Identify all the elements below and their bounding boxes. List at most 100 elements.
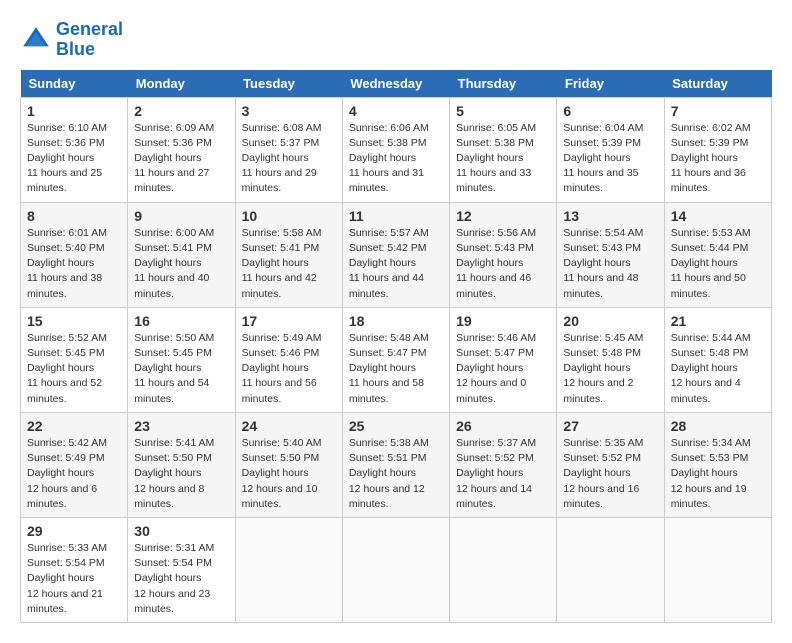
page-header: General Blue [20, 20, 772, 60]
weekday-header-friday: Friday [557, 70, 664, 98]
day-info: Sunrise: 5:41 AM Sunset: 5:50 PM Dayligh… [134, 436, 228, 512]
calendar-day-cell: 16 Sunrise: 5:50 AM Sunset: 5:45 PM Dayl… [128, 307, 235, 412]
day-number: 11 [349, 208, 443, 224]
day-info: Sunrise: 5:33 AM Sunset: 5:54 PM Dayligh… [27, 541, 121, 617]
day-info: Sunrise: 5:50 AM Sunset: 5:45 PM Dayligh… [134, 331, 228, 407]
calendar-day-cell: 6 Sunrise: 6:04 AM Sunset: 5:39 PM Dayli… [557, 97, 664, 202]
day-number: 16 [134, 313, 228, 329]
day-number: 25 [349, 418, 443, 434]
weekday-header-tuesday: Tuesday [235, 70, 342, 98]
day-info: Sunrise: 5:49 AM Sunset: 5:46 PM Dayligh… [242, 331, 336, 407]
day-info: Sunrise: 6:01 AM Sunset: 5:40 PM Dayligh… [27, 226, 121, 302]
day-info: Sunrise: 5:37 AM Sunset: 5:52 PM Dayligh… [456, 436, 550, 512]
day-number: 21 [671, 313, 765, 329]
day-number: 20 [563, 313, 657, 329]
calendar-day-cell: 26 Sunrise: 5:37 AM Sunset: 5:52 PM Dayl… [450, 412, 557, 517]
day-info: Sunrise: 5:45 AM Sunset: 5:48 PM Dayligh… [563, 331, 657, 407]
day-info: Sunrise: 5:44 AM Sunset: 5:48 PM Dayligh… [671, 331, 765, 407]
day-number: 28 [671, 418, 765, 434]
day-info: Sunrise: 5:53 AM Sunset: 5:44 PM Dayligh… [671, 226, 765, 302]
calendar-day-cell [235, 517, 342, 622]
calendar-week-row: 1 Sunrise: 6:10 AM Sunset: 5:36 PM Dayli… [21, 97, 772, 202]
calendar-day-cell: 20 Sunrise: 5:45 AM Sunset: 5:48 PM Dayl… [557, 307, 664, 412]
calendar-day-cell: 3 Sunrise: 6:08 AM Sunset: 5:37 PM Dayli… [235, 97, 342, 202]
day-number: 19 [456, 313, 550, 329]
calendar-day-cell: 9 Sunrise: 6:00 AM Sunset: 5:41 PM Dayli… [128, 202, 235, 307]
calendar-day-cell: 17 Sunrise: 5:49 AM Sunset: 5:46 PM Dayl… [235, 307, 342, 412]
day-number: 23 [134, 418, 228, 434]
weekday-header-thursday: Thursday [450, 70, 557, 98]
day-number: 18 [349, 313, 443, 329]
calendar-day-cell: 24 Sunrise: 5:40 AM Sunset: 5:50 PM Dayl… [235, 412, 342, 517]
day-info: Sunrise: 5:52 AM Sunset: 5:45 PM Dayligh… [27, 331, 121, 407]
calendar-day-cell: 19 Sunrise: 5:46 AM Sunset: 5:47 PM Dayl… [450, 307, 557, 412]
calendar-week-row: 15 Sunrise: 5:52 AM Sunset: 5:45 PM Dayl… [21, 307, 772, 412]
day-info: Sunrise: 5:38 AM Sunset: 5:51 PM Dayligh… [349, 436, 443, 512]
logo-icon [20, 24, 52, 56]
calendar-day-cell: 25 Sunrise: 5:38 AM Sunset: 5:51 PM Dayl… [342, 412, 449, 517]
calendar-day-cell: 18 Sunrise: 5:48 AM Sunset: 5:47 PM Dayl… [342, 307, 449, 412]
day-number: 2 [134, 103, 228, 119]
calendar-day-cell: 7 Sunrise: 6:02 AM Sunset: 5:39 PM Dayli… [664, 97, 771, 202]
day-info: Sunrise: 6:06 AM Sunset: 5:38 PM Dayligh… [349, 121, 443, 197]
calendar-day-cell: 23 Sunrise: 5:41 AM Sunset: 5:50 PM Dayl… [128, 412, 235, 517]
day-number: 17 [242, 313, 336, 329]
calendar-day-cell [450, 517, 557, 622]
calendar-day-cell: 30 Sunrise: 5:31 AM Sunset: 5:54 PM Dayl… [128, 517, 235, 622]
calendar-day-cell: 27 Sunrise: 5:35 AM Sunset: 5:52 PM Dayl… [557, 412, 664, 517]
calendar-day-cell: 10 Sunrise: 5:58 AM Sunset: 5:41 PM Dayl… [235, 202, 342, 307]
weekday-header-monday: Monday [128, 70, 235, 98]
day-number: 4 [349, 103, 443, 119]
calendar-week-row: 22 Sunrise: 5:42 AM Sunset: 5:49 PM Dayl… [21, 412, 772, 517]
day-info: Sunrise: 6:05 AM Sunset: 5:38 PM Dayligh… [456, 121, 550, 197]
calendar-day-cell: 13 Sunrise: 5:54 AM Sunset: 5:43 PM Dayl… [557, 202, 664, 307]
calendar-day-cell: 11 Sunrise: 5:57 AM Sunset: 5:42 PM Dayl… [342, 202, 449, 307]
day-number: 6 [563, 103, 657, 119]
day-info: Sunrise: 6:09 AM Sunset: 5:36 PM Dayligh… [134, 121, 228, 197]
day-info: Sunrise: 6:02 AM Sunset: 5:39 PM Dayligh… [671, 121, 765, 197]
day-number: 29 [27, 523, 121, 539]
day-info: Sunrise: 5:48 AM Sunset: 5:47 PM Dayligh… [349, 331, 443, 407]
day-number: 13 [563, 208, 657, 224]
day-info: Sunrise: 5:31 AM Sunset: 5:54 PM Dayligh… [134, 541, 228, 617]
calendar-day-cell: 28 Sunrise: 5:34 AM Sunset: 5:53 PM Dayl… [664, 412, 771, 517]
day-number: 12 [456, 208, 550, 224]
day-number: 1 [27, 103, 121, 119]
calendar-day-cell [664, 517, 771, 622]
day-number: 5 [456, 103, 550, 119]
calendar-week-row: 29 Sunrise: 5:33 AM Sunset: 5:54 PM Dayl… [21, 517, 772, 622]
weekday-header-sunday: Sunday [21, 70, 128, 98]
calendar-table: SundayMondayTuesdayWednesdayThursdayFrid… [20, 70, 772, 623]
calendar-day-cell: 14 Sunrise: 5:53 AM Sunset: 5:44 PM Dayl… [664, 202, 771, 307]
calendar-header-row: SundayMondayTuesdayWednesdayThursdayFrid… [21, 70, 772, 98]
day-number: 30 [134, 523, 228, 539]
day-number: 24 [242, 418, 336, 434]
day-number: 27 [563, 418, 657, 434]
calendar-day-cell: 5 Sunrise: 6:05 AM Sunset: 5:38 PM Dayli… [450, 97, 557, 202]
day-info: Sunrise: 5:40 AM Sunset: 5:50 PM Dayligh… [242, 436, 336, 512]
day-number: 3 [242, 103, 336, 119]
day-info: Sunrise: 5:56 AM Sunset: 5:43 PM Dayligh… [456, 226, 550, 302]
calendar-day-cell: 22 Sunrise: 5:42 AM Sunset: 5:49 PM Dayl… [21, 412, 128, 517]
day-info: Sunrise: 5:46 AM Sunset: 5:47 PM Dayligh… [456, 331, 550, 407]
day-number: 9 [134, 208, 228, 224]
day-info: Sunrise: 6:08 AM Sunset: 5:37 PM Dayligh… [242, 121, 336, 197]
day-info: Sunrise: 5:58 AM Sunset: 5:41 PM Dayligh… [242, 226, 336, 302]
calendar-day-cell: 8 Sunrise: 6:01 AM Sunset: 5:40 PM Dayli… [21, 202, 128, 307]
day-number: 26 [456, 418, 550, 434]
day-info: Sunrise: 6:10 AM Sunset: 5:36 PM Dayligh… [27, 121, 121, 197]
logo-text: General Blue [56, 20, 123, 60]
day-number: 14 [671, 208, 765, 224]
day-number: 10 [242, 208, 336, 224]
day-info: Sunrise: 5:42 AM Sunset: 5:49 PM Dayligh… [27, 436, 121, 512]
calendar-day-cell: 29 Sunrise: 5:33 AM Sunset: 5:54 PM Dayl… [21, 517, 128, 622]
calendar-day-cell [342, 517, 449, 622]
day-number: 8 [27, 208, 121, 224]
calendar-day-cell: 12 Sunrise: 5:56 AM Sunset: 5:43 PM Dayl… [450, 202, 557, 307]
calendar-day-cell: 2 Sunrise: 6:09 AM Sunset: 5:36 PM Dayli… [128, 97, 235, 202]
calendar-day-cell [557, 517, 664, 622]
day-number: 22 [27, 418, 121, 434]
calendar-day-cell: 4 Sunrise: 6:06 AM Sunset: 5:38 PM Dayli… [342, 97, 449, 202]
day-number: 15 [27, 313, 121, 329]
day-number: 7 [671, 103, 765, 119]
